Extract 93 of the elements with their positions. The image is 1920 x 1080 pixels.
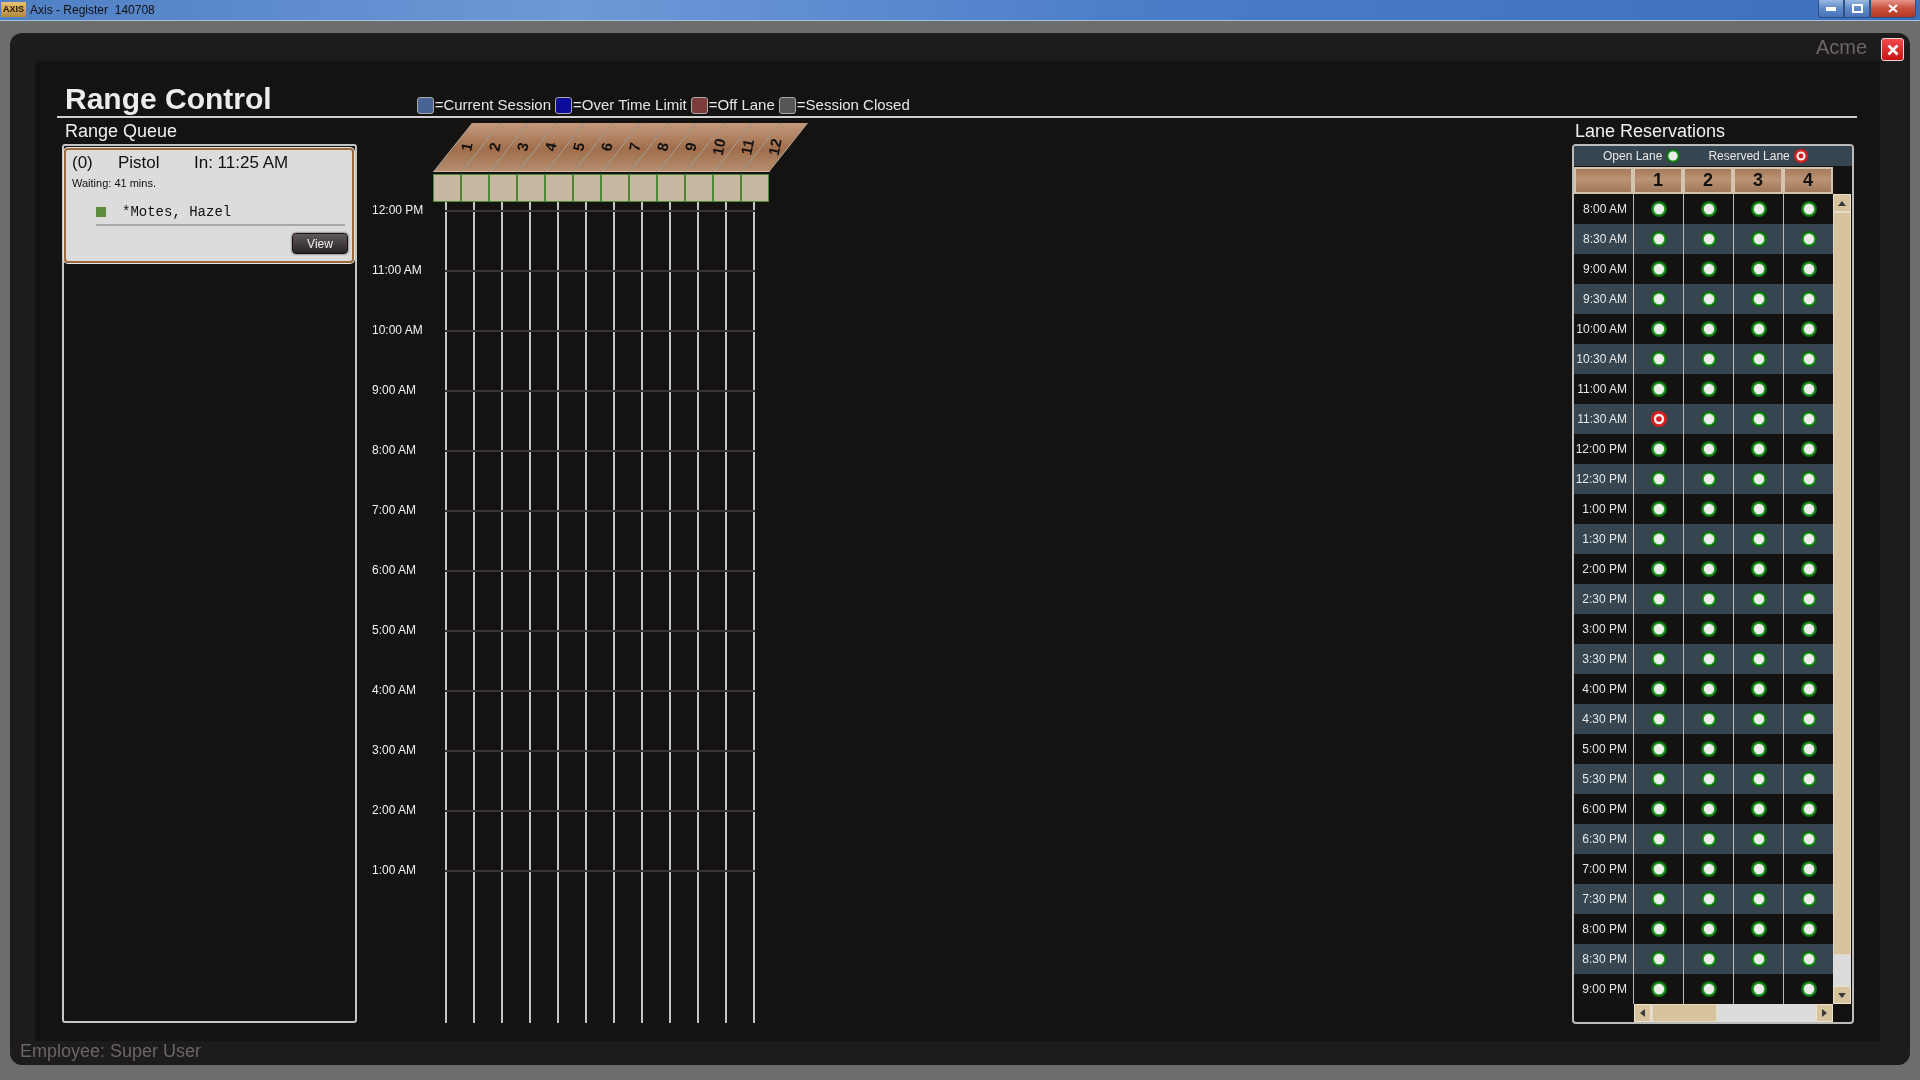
target-icon	[1793, 149, 1808, 163]
time-cell-text: 6:30 PM	[1581, 831, 1628, 848]
dialog-title: Range Control	[65, 82, 272, 116]
time-cell-text: 11:30 AM	[1576, 411, 1628, 428]
lane-slot	[601, 174, 629, 202]
time-cell-text: 12:30 PM	[1574, 471, 1628, 488]
time-cell-text: 9:00 PM	[1581, 981, 1628, 998]
section-title: Lane Reservations	[1574, 120, 1726, 143]
time-label: 6:00 AM	[372, 562, 418, 579]
lane-slot	[657, 174, 685, 202]
close-icon	[1888, 4, 1898, 13]
check-in-time: In: 11:25 AM	[194, 152, 289, 174]
time-label: 11:00 AM	[372, 262, 423, 279]
column-header: 2	[1683, 167, 1733, 194]
time-label: 1:00 AM	[372, 862, 418, 879]
legend-label: Reserved Lane	[1708, 148, 1790, 164]
time-cell-text: 3:30 PM	[1581, 651, 1628, 668]
column-header: 3	[1733, 167, 1783, 194]
scroll-down-button[interactable]	[1833, 986, 1851, 1004]
lane-slot	[517, 174, 545, 202]
lane-slot	[713, 174, 741, 202]
caret-up-icon	[1838, 200, 1846, 206]
queue-number: (0)	[72, 152, 94, 174]
column-header	[1574, 167, 1633, 194]
time-cell-text: 10:30 AM	[1575, 351, 1628, 368]
scroll-right-button[interactable]	[1816, 1004, 1833, 1022]
time-label: 3:00 AM	[372, 742, 418, 759]
time-cell-text: 7:00 PM	[1581, 861, 1628, 878]
column-header: 4	[1783, 167, 1833, 194]
caret-left-icon	[1640, 1009, 1645, 1017]
time-cell-text: 9:00 AM	[1581, 261, 1628, 278]
close-icon	[1886, 43, 1899, 56]
scroll-up-button[interactable]	[1833, 194, 1851, 212]
column-header: 1	[1633, 167, 1683, 194]
time-label: 2:00 AM	[372, 802, 418, 819]
minimize-icon	[1826, 6, 1836, 11]
time-cell-text: 5:30 PM	[1581, 771, 1628, 788]
section-title: Range Queue	[64, 120, 178, 143]
window-title: Axis - Register 140708	[30, 3, 155, 17]
employee-label: Employee: Super User	[20, 1041, 202, 1061]
legend-label: =Current Session	[434, 95, 551, 115]
lane-slot	[545, 174, 573, 202]
time-cell-text: 2:00 PM	[1581, 561, 1628, 578]
legend-label: =Off Lane	[708, 95, 775, 115]
legend-label: Open Lane	[1603, 148, 1663, 164]
time-cell-text: 1:00 PM	[1581, 501, 1628, 518]
time-cell-text: 4:30 PM	[1581, 711, 1628, 728]
close-button[interactable]	[1870, 0, 1916, 18]
time-cell-text: 2:30 PM	[1581, 591, 1628, 608]
caret-down-icon	[1838, 992, 1846, 998]
maximize-icon	[1851, 4, 1863, 13]
time-cell-text: 1:30 PM	[1581, 531, 1628, 548]
scrollbar-thumb[interactable]	[1652, 1004, 1717, 1022]
waiting-time: Waiting: 41 mins.	[72, 176, 156, 190]
lane-slot	[461, 174, 489, 202]
time-cell-text: 4:00 PM	[1581, 681, 1628, 698]
legend-label: =Over Time Limit	[573, 95, 687, 115]
view-button[interactable]: View	[292, 233, 348, 254]
time-cell-text: 11:00 AM	[1576, 381, 1628, 398]
time-cell-text: 8:30 PM	[1581, 951, 1628, 968]
lane-slot	[629, 174, 657, 202]
time-cell-text: 7:30 PM	[1581, 891, 1628, 908]
lane-slot	[685, 174, 713, 202]
company-name: Acme	[1815, 36, 1867, 58]
caret-right-icon	[1822, 1009, 1827, 1017]
time-label: 8:00 AM	[372, 442, 418, 459]
dot-icon	[1666, 149, 1681, 163]
lane-slot	[433, 174, 461, 202]
session-type: Pistol	[118, 152, 161, 174]
lane-slot	[741, 174, 769, 202]
time-cell-text: 10:00 AM	[1575, 321, 1628, 338]
shooter-name: *Motes, Hazel	[122, 203, 232, 221]
time-label: 12:00 PM	[372, 202, 425, 219]
time-cell-text: 5:00 PM	[1581, 741, 1628, 758]
time-label: 5:00 AM	[372, 622, 418, 639]
lane-slot	[489, 174, 517, 202]
time-cell-text: 12:00 PM	[1574, 441, 1628, 458]
time-label: 10:00 AM	[372, 322, 424, 339]
time-label: 9:00 AM	[372, 382, 418, 399]
time-label: 7:00 AM	[372, 502, 418, 519]
legend-label: =Session Closed	[796, 95, 910, 115]
time-cell-text: 8:30 AM	[1581, 231, 1628, 248]
time-cell-text: 9:30 AM	[1581, 291, 1628, 308]
maximize-button[interactable]	[1844, 0, 1870, 18]
lane-slot	[573, 174, 601, 202]
time-cell-text: 6:00 PM	[1581, 801, 1628, 818]
time-cell-text: 3:00 PM	[1581, 621, 1628, 638]
time-cell-text: 8:00 PM	[1581, 921, 1628, 938]
time-cell-text: 8:00 AM	[1581, 201, 1628, 218]
time-label: 4:00 AM	[372, 682, 418, 699]
app-logo: AXIS	[1, 2, 26, 17]
minimize-button[interactable]	[1818, 0, 1844, 18]
scroll-left-button[interactable]	[1634, 1004, 1651, 1022]
